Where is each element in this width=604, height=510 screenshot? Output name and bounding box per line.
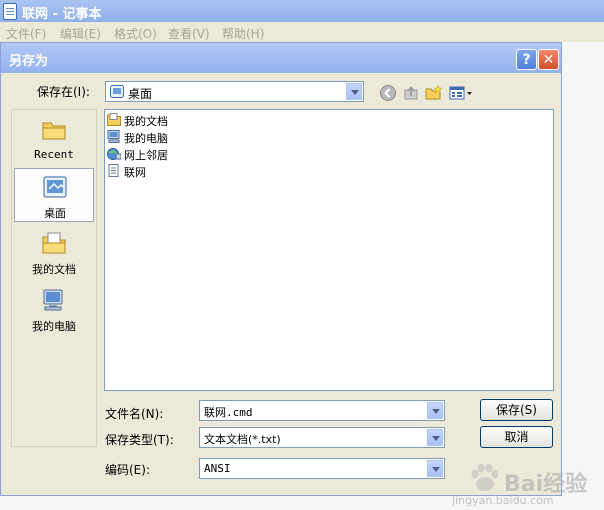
notepad-title: 联网 - 记事本 — [22, 7, 102, 22]
menu-file[interactable]: 文件(F) — [6, 25, 46, 42]
watermark: Bai经验 jingyan.baidu.com — [450, 458, 600, 508]
help-button[interactable]: ? — [516, 49, 537, 70]
my-computer-icon — [43, 289, 63, 311]
place-label: Recent — [34, 148, 74, 161]
desktop-icon — [110, 85, 124, 98]
cancel-button[interactable]: 取消 — [480, 426, 553, 448]
paw-logo-icon — [471, 463, 499, 491]
view-menu-icon[interactable] — [449, 84, 473, 102]
close-button[interactable]: ✕ — [538, 49, 559, 70]
chevron-down-icon[interactable] — [427, 460, 443, 477]
my-computer-icon — [107, 130, 120, 143]
places-bar: Recent 桌面 我的文档 我的电脑 — [11, 109, 97, 447]
my-documents-icon — [107, 113, 121, 126]
recent-folder-icon — [42, 122, 66, 140]
filetype-dropdown[interactable]: 文本文档(*.txt) — [199, 427, 445, 448]
save-button[interactable]: 保存(S) — [480, 399, 553, 421]
save-in-dropdown[interactable]: 桌面 — [105, 81, 364, 102]
file-name: 我的电脑 — [124, 132, 168, 145]
place-label: 我的文档 — [32, 263, 76, 276]
file-list[interactable]: 我的文档 我的电脑 网上邻居 联网 — [104, 109, 554, 391]
save-in-label: 保存在(I): — [37, 85, 90, 99]
filename-input[interactable]: 联网.cmd — [199, 400, 445, 421]
chevron-down-icon[interactable] — [427, 402, 443, 419]
notepad-icon — [3, 3, 17, 20]
place-my-documents[interactable]: 我的文档 — [14, 225, 94, 279]
dialog-title: 另存为 — [9, 54, 49, 69]
menu-view[interactable]: 查看(V) — [168, 25, 210, 42]
dialog-titlebar[interactable]: 另存为 ? ✕ — [1, 43, 561, 73]
filename-label: 文件名(N): — [105, 407, 164, 421]
place-label: 我的电脑 — [32, 320, 76, 333]
filename-value: 联网.cmd — [204, 406, 253, 419]
place-desktop[interactable]: 桌面 — [14, 168, 94, 222]
up-folder-icon[interactable] — [402, 84, 420, 102]
encoding-label: 编码(E): — [105, 463, 150, 477]
chevron-down-icon[interactable] — [427, 429, 443, 446]
place-label: 桌面 — [44, 207, 66, 220]
file-name: 网上邻居 — [124, 149, 168, 162]
notepad-titlebar: 联网 - 记事本 — [0, 0, 604, 22]
menu-help[interactable]: 帮助(H) — [222, 25, 264, 42]
menu-format[interactable]: 格式(O) — [114, 25, 157, 42]
filetype-value: 文本文档(*.txt) — [204, 433, 281, 446]
desktop-icon — [43, 176, 67, 198]
filetype-label: 保存类型(T): — [105, 433, 174, 447]
encoding-value: ANSI — [204, 462, 231, 475]
chevron-down-icon[interactable] — [346, 83, 362, 100]
save-as-dialog: 另存为 ? ✕ 保存在(I): 桌面 Recent 桌面 我的文档 我的电脑 我… — [0, 42, 562, 496]
save-in-value: 桌面 — [128, 87, 153, 101]
notepad-menubar: 文件(F) 编辑(E) 格式(O) 查看(V) 帮助(H) — [0, 22, 604, 42]
new-folder-icon[interactable] — [425, 84, 443, 102]
my-documents-icon — [42, 232, 66, 254]
place-recent[interactable]: Recent — [14, 112, 94, 166]
file-name: 我的文档 — [124, 115, 168, 128]
back-icon[interactable] — [379, 84, 397, 102]
network-places-icon — [107, 148, 121, 160]
watermark-url: jingyan.baidu.com — [452, 494, 554, 507]
file-name: 联网 — [124, 166, 146, 179]
place-my-computer[interactable]: 我的电脑 — [14, 282, 94, 336]
encoding-dropdown[interactable]: ANSI — [199, 458, 445, 479]
text-file-icon — [108, 164, 119, 177]
menu-edit[interactable]: 编辑(E) — [60, 25, 101, 42]
